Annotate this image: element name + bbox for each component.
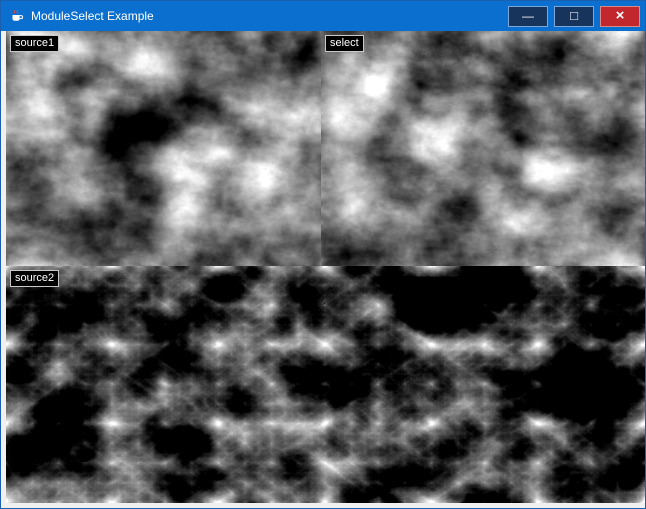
noise-texture-source1	[6, 31, 321, 266]
texture-panel-source1: source1	[6, 31, 321, 266]
title-bar[interactable]: ModuleSelect Example — □ ×	[1, 1, 645, 31]
close-button[interactable]: ×	[600, 6, 640, 27]
java-coffee-cup-glyph	[10, 9, 24, 23]
maximize-button[interactable]: □	[554, 6, 594, 27]
panel-label-source2: source2	[10, 270, 59, 287]
close-icon: ×	[616, 8, 625, 23]
app-window: ModuleSelect Example — □ ×	[0, 0, 646, 509]
maximize-icon: □	[570, 9, 578, 22]
panel-label-select: select	[325, 35, 364, 52]
java-coffee-cup-icon[interactable]	[9, 8, 25, 24]
client-area: source1 select	[1, 31, 645, 508]
window-title: ModuleSelect Example	[31, 9, 154, 23]
minimize-button[interactable]: —	[508, 6, 548, 27]
minimize-icon: —	[522, 10, 534, 22]
texture-panel-select: select	[321, 31, 645, 266]
noise-texture-select	[321, 31, 645, 266]
panel-label-source1: source1	[10, 35, 59, 52]
noise-texture-source2	[6, 266, 645, 503]
texture-panel-source2: source2	[6, 266, 645, 503]
window-controls: — □ ×	[508, 1, 645, 31]
